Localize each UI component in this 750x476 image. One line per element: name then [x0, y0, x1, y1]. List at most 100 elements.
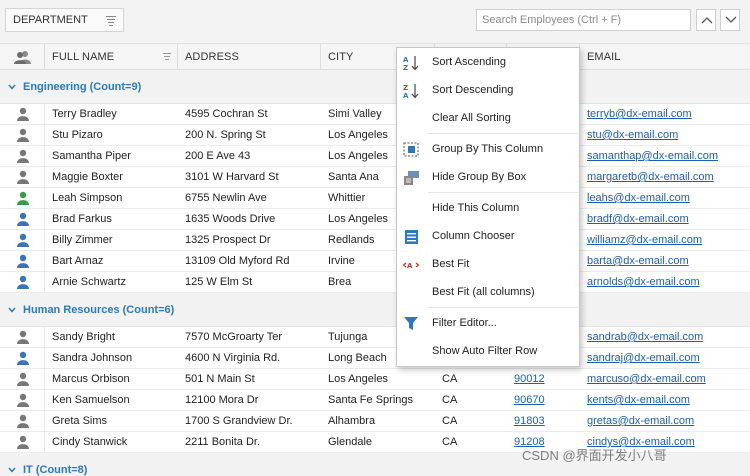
- column-chooser-icon: [403, 229, 421, 245]
- menu-item-label: Group By This Column: [432, 143, 544, 155]
- cell-full-name: Marcus Orbison: [52, 373, 130, 385]
- watermark: CSDN @界面开发小八哥: [522, 448, 667, 463]
- cell-email[interactable]: margaretb@dx-email.com: [587, 167, 747, 188]
- person-icon: [17, 191, 29, 205]
- menu-item-hide-group-by-box[interactable]: Hide Group By Box: [397, 164, 579, 192]
- svg-text:A: A: [403, 92, 409, 99]
- cell-zip[interactable]: 90012: [514, 369, 576, 390]
- menu-item-best-fit[interactable]: A Best Fit: [397, 251, 579, 279]
- group-row[interactable]: Engineering (Count=9): [0, 70, 750, 104]
- row-icon-cell: [0, 411, 45, 432]
- expand-chevron-icon[interactable]: [8, 467, 16, 473]
- menu-item-show-auto-filter-row[interactable]: Show Auto Filter Row: [397, 338, 579, 366]
- table-row[interactable]: Bart Arnaz 13109 Old Myford Rd Irvine barta…: [0, 251, 750, 272]
- menu-item-sort-descending[interactable]: Z A Sort Descending: [397, 77, 579, 105]
- cell-email[interactable]: samanthap@dx-email.com: [587, 146, 747, 167]
- row-icon-cell: [0, 230, 45, 251]
- person-icon: [17, 435, 29, 449]
- cell-state: CA: [442, 394, 458, 406]
- menu-item-column-chooser[interactable]: Column Chooser: [397, 223, 579, 251]
- table-row[interactable]: Stu Pizaro 200 N. Spring St Los Angeles stu…: [0, 125, 750, 146]
- cell-email[interactable]: sandraj@dx-email.com: [587, 348, 747, 369]
- menu-item-sort-ascending[interactable]: A Z Sort Ascending: [397, 49, 579, 77]
- person-icon: [17, 128, 29, 142]
- person-icon: [17, 107, 29, 121]
- expand-chevron-icon[interactable]: [8, 307, 16, 313]
- filter-lines-icon[interactable]: [106, 14, 116, 26]
- search-next-button[interactable]: [720, 9, 740, 31]
- cell-zip[interactable]: 90670: [514, 390, 576, 411]
- group-row-label: IT (Count=8): [23, 464, 88, 476]
- table-row[interactable]: Terry Bradley 4595 Cochran St Simi Valley t…: [0, 104, 750, 125]
- cell-email[interactable]: terryb@dx-email.com: [587, 104, 747, 125]
- group-by-column-icon: [403, 142, 421, 158]
- person-icon: [17, 149, 29, 163]
- person-icon: [17, 393, 29, 407]
- row-icon-cell: [0, 146, 45, 167]
- hide-group-box-icon: [403, 170, 421, 186]
- header-full-name[interactable]: FULL NAME: [45, 44, 178, 70]
- header-address[interactable]: ADDRESS: [178, 44, 321, 70]
- menu-item-label: Filter Editor...: [432, 317, 497, 329]
- cell-email[interactable]: marcuso@dx-email.com: [587, 369, 747, 390]
- cell-zip[interactable]: 91803: [514, 411, 576, 432]
- person-icon: [17, 212, 29, 226]
- cell-email[interactable]: stu@dx-email.com: [587, 125, 747, 146]
- table-row[interactable]: Billy Zimmer 1325 Prospect Dr Redlands will…: [0, 230, 750, 251]
- row-icon-cell: [0, 327, 45, 348]
- header-email[interactable]: EMAIL: [580, 44, 750, 70]
- cell-email[interactable]: barta@dx-email.com: [587, 251, 747, 272]
- cell-email[interactable]: kents@dx-email.com: [587, 390, 747, 411]
- cell-email[interactable]: bradf@dx-email.com: [587, 209, 747, 230]
- group-chip-department[interactable]: DEPARTMENT: [5, 8, 124, 32]
- group-row-label: Engineering (Count=9): [23, 81, 142, 93]
- cell-city: Glendale: [328, 436, 373, 448]
- table-row[interactable]: Sandra Johnson 4600 N Virginia Rd. Long Be…: [0, 348, 750, 369]
- cell-email[interactable]: arnolds@dx-email.com: [587, 272, 747, 293]
- cell-full-name: Bart Arnaz: [52, 255, 104, 267]
- expand-chevron-icon[interactable]: [8, 84, 16, 90]
- person-icon: [17, 414, 29, 428]
- menu-item-label: Show Auto Filter Row: [432, 345, 538, 357]
- row-icon-cell: [0, 188, 45, 209]
- menu-item-group-by-this-column[interactable]: Group By This Column: [397, 136, 579, 164]
- cell-full-name: Ken Samuelson: [52, 394, 130, 406]
- cell-full-name: Cindy Stanwick: [52, 436, 128, 448]
- menu-item-label: Best Fit: [432, 258, 470, 270]
- menu-item-label: Clear All Sorting: [432, 112, 511, 124]
- cell-address: 200 E Ave 43: [185, 150, 251, 162]
- column-context-menu: A Z Sort Ascending Z A Sort Descending Clear A…: [396, 47, 580, 367]
- menu-separator: [428, 192, 578, 193]
- table-row[interactable]: Greta Sims 1700 S Grandview Dr. Alhambra CA…: [0, 411, 750, 432]
- menu-item-clear-all-sorting[interactable]: Clear All Sorting: [397, 105, 579, 133]
- cell-email[interactable]: sandrab@dx-email.com: [587, 327, 747, 348]
- menu-item-filter-editor[interactable]: Filter Editor...: [397, 310, 579, 338]
- search-prev-button[interactable]: [696, 9, 716, 31]
- menu-item-best-fit-all-columns[interactable]: Best Fit (all columns): [397, 279, 579, 307]
- chevron-up-icon: [701, 17, 713, 24]
- cell-email[interactable]: williamz@dx-email.com: [587, 230, 747, 251]
- menu-item-label: Sort Descending: [432, 84, 514, 96]
- sort-ascending-icon: AZ: [403, 55, 421, 72]
- chevron-down-icon: [725, 16, 737, 23]
- menu-separator: [428, 133, 578, 134]
- header-icon-column[interactable]: [0, 44, 45, 70]
- table-row[interactable]: Arnie Schwartz 125 W Elm St Brea arnolds@dx…: [0, 272, 750, 293]
- person-icon: [17, 233, 29, 247]
- table-row[interactable]: Maggie Boxter 3101 W Harvard St Santa Ana m…: [0, 167, 750, 188]
- row-icon-cell: [0, 167, 45, 188]
- table-row[interactable]: Samantha Piper 200 E Ave 43 Los Angeles sam…: [0, 146, 750, 167]
- cell-email[interactable]: leahs@dx-email.com: [587, 188, 747, 209]
- group-row[interactable]: Human Resources (Count=6): [0, 293, 750, 327]
- table-row[interactable]: Ken Samuelson 12100 Mora Dr Santa Fe Sprin…: [0, 390, 750, 411]
- cell-address: 125 W Elm St: [185, 276, 253, 288]
- table-row[interactable]: Marcus Orbison 501 N Main St Los Angeles CA…: [0, 369, 750, 390]
- cell-email[interactable]: gretas@dx-email.com: [587, 411, 747, 432]
- svg-text:A: A: [407, 262, 413, 270]
- menu-item-hide-this-column[interactable]: Hide This Column: [397, 195, 579, 223]
- table-row[interactable]: Leah Simpson 6755 Newlin Ave Whittier leahs…: [0, 188, 750, 209]
- cell-full-name: Sandy Bright: [52, 331, 115, 343]
- table-row[interactable]: Sandy Bright 7570 McGroarty Ter Tujunga san…: [0, 327, 750, 348]
- table-row[interactable]: Brad Farkus 1635 Woods Drive Los Angeles br…: [0, 209, 750, 230]
- search-employees-input[interactable]: [476, 9, 691, 31]
